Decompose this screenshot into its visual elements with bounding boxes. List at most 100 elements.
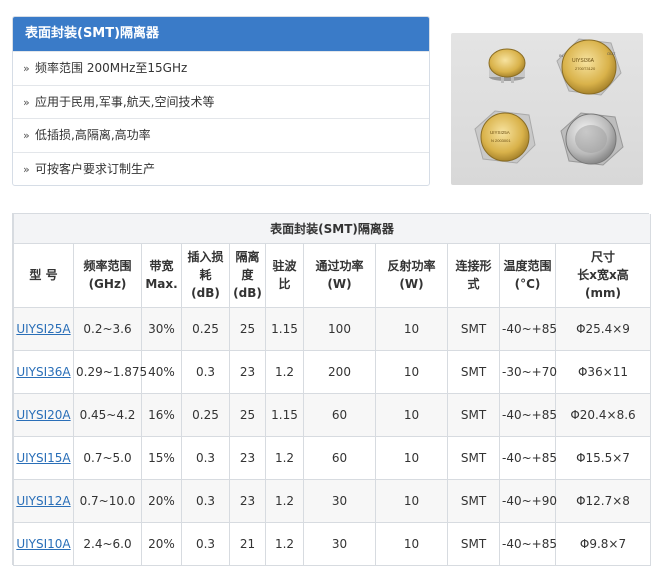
column-header: 尺寸 长x宽x高 (mm) (554, 242, 652, 308)
product-image: UIYSI36A 2700T3120 IN OUT UIYSI25A N 200… (451, 33, 643, 185)
feature-item: » 频率范围 200MHz至15GHz (13, 51, 429, 85)
column-header-line: 隔离 (235, 250, 260, 264)
table-body: UIYSI25A 0.2~3.6 30% 0.25 25 1.15 100 10 SMT -40~… (13, 306, 652, 566)
model-link[interactable]: UIYSI36A (16, 365, 70, 379)
table-cell: -40~+85 (499, 392, 557, 437)
table-cell: 20% (141, 521, 182, 566)
table-row: UIYSI15A 0.7~5.0 15% 0.3 23 1.2 60 10 SMT -40~+85… (13, 435, 652, 480)
table-cell: 10 (375, 349, 448, 394)
feature-text: 低插损,高隔离,高功率 (35, 128, 151, 142)
table-cell: 0.45~4.2 (73, 392, 142, 437)
column-header-line: 耗 (199, 268, 212, 282)
column-header: 插入损耗 (dB) (181, 242, 230, 308)
label-text: UIYSI25A (490, 130, 510, 135)
table-cell: 20% (141, 478, 182, 523)
feature-item: » 应用于民用,军事,航天,空间技术等 (13, 84, 429, 119)
column-header-line: 尺寸 (591, 250, 616, 264)
model-cell: UIYSI15A (13, 435, 74, 480)
table-cell: 1.2 (265, 349, 304, 394)
chevron-right-icon: » (23, 95, 30, 109)
table-cell: 30 (303, 521, 376, 566)
column-header-line: (mm) (585, 286, 621, 300)
table-cell: 1.2 (265, 478, 304, 523)
port-label: IN (559, 53, 563, 58)
table-cell: 100 (303, 306, 376, 351)
table-cell: 0.3 (181, 478, 230, 523)
isolator-product-illustration: UIYSI36A 2700T3120 IN OUT UIYSI25A N 200… (474, 38, 624, 166)
table-cell: 25 (229, 392, 266, 437)
table-cell: 0.3 (181, 521, 230, 566)
table-cell: 2.4~6.0 (73, 521, 142, 566)
table-cell: 0.29~1.875 (73, 349, 147, 394)
table-cell: Φ9.8×7 (554, 521, 652, 566)
table-cell: 0.2~3.6 (73, 306, 142, 351)
feature-item: » 可按客户要求订制生产 (13, 151, 429, 186)
table-cell: -40~+85 (499, 306, 557, 351)
table-cell: 30% (141, 306, 182, 351)
table-cell: 200 (303, 349, 376, 394)
table-cell: -40~+85 (499, 435, 557, 480)
label-text: 2700T3120 (575, 66, 596, 71)
column-header: 频率范围 (GHz) (73, 242, 142, 308)
feature-panel: 表面封装(SMT)隔离器 » 频率范围 200MHz至15GHz » 应用于民用,军… (12, 16, 430, 186)
table-cell: 1.15 (265, 306, 304, 351)
table-cell: -40~+90 (499, 478, 557, 523)
model-link[interactable]: UIYSI20A (16, 408, 70, 422)
column-header-line: 比 (278, 277, 291, 291)
table-cell: SMT (447, 435, 500, 480)
column-header: 型 号 (13, 242, 74, 308)
column-header: 通过功率 (W) (303, 242, 376, 308)
label-text: UIYSI36A (572, 58, 595, 64)
table-cell: Φ25.4×9 (554, 306, 652, 351)
table-cell: 0.3 (181, 435, 230, 480)
spec-table-container: 表面封装(SMT)隔离器 型 号频率范围 (GHz) 带宽 Max. 插入损耗 (dB) 隔… (12, 213, 652, 566)
column-header-line: 温度范围 (503, 259, 552, 273)
table-cell: 10 (375, 306, 448, 351)
table-row: UIYSI36A 0.29~1.875 40% 0.3 23 1.2 200 10 SMT -30… (13, 349, 652, 394)
column-header: 反射功率 (W) (375, 242, 448, 308)
port-label: OUT (607, 51, 616, 56)
panel-title: 表面封装(SMT)隔离器 (13, 17, 429, 51)
table-cell: 23 (229, 349, 266, 394)
model-link[interactable]: UIYSI12A (16, 494, 70, 508)
model-cell: UIYSI36A (13, 349, 74, 394)
column-header-line: 插入损 (187, 250, 224, 264)
table-cell: Φ15.5×7 (554, 435, 652, 480)
table-cell: 1.2 (265, 435, 304, 480)
table-cell: 15% (141, 435, 182, 480)
table-cell: -30~+70 (499, 349, 557, 394)
column-header-line: 式 (467, 277, 480, 291)
model-link[interactable]: UIYSI15A (16, 451, 70, 465)
table-row: UIYSI25A 0.2~3.6 30% 0.25 25 1.15 100 10 SMT -40~… (13, 306, 652, 351)
table-row: UIYSI10A 2.4~6.0 20% 0.3 21 1.2 30 10 SMT -40~+85… (13, 521, 652, 566)
feature-item: » 低插损,高隔离,高功率 (13, 118, 429, 152)
model-link[interactable]: UIYSI10A (16, 537, 70, 551)
column-header-line: (dB) (233, 286, 262, 300)
column-header-line: (GHz) (88, 277, 127, 291)
column-header-line: 反射功率 (387, 259, 436, 273)
table-header-row: 型 号频率范围 (GHz) 带宽 Max. 插入损耗 (dB) 隔离度 (dB) 驻波比通过功率… (13, 242, 652, 308)
table-cell: -40~+85 (499, 521, 557, 566)
chevron-right-icon: » (23, 62, 30, 75)
column-header-line: Max. (145, 277, 178, 291)
table-cell: 0.3 (181, 349, 230, 394)
column-header-line: 驻波 (272, 259, 297, 273)
column-header-line: 带宽 (149, 259, 174, 273)
feature-text: 应用于民用,军事,航天,空间技术等 (35, 94, 215, 109)
column-header: 温度范围 (°C) (499, 242, 556, 308)
column-header-line: (W) (327, 277, 352, 291)
column-header-line: 频率范围 (83, 259, 132, 273)
table-cell: SMT (447, 349, 500, 394)
spec-table: 表面封装(SMT)隔离器 型 号频率范围 (GHz) 带宽 Max. 插入损耗 (dB) 隔… (12, 214, 652, 566)
model-cell: UIYSI20A (13, 392, 74, 437)
table-cell: 21 (229, 521, 266, 566)
table-cell: SMT (447, 521, 500, 566)
table-title: 表面封装(SMT)隔离器 (12, 214, 652, 244)
table-cell: Φ36×11 (554, 349, 652, 394)
model-link[interactable]: UIYSI25A (16, 322, 70, 336)
column-header: 隔离度 (dB) (229, 242, 266, 308)
table-cell: 0.7~10.0 (73, 478, 142, 523)
table-cell: 60 (303, 435, 376, 480)
table-cell: SMT (447, 478, 500, 523)
column-header-line: 通过功率 (315, 259, 364, 273)
